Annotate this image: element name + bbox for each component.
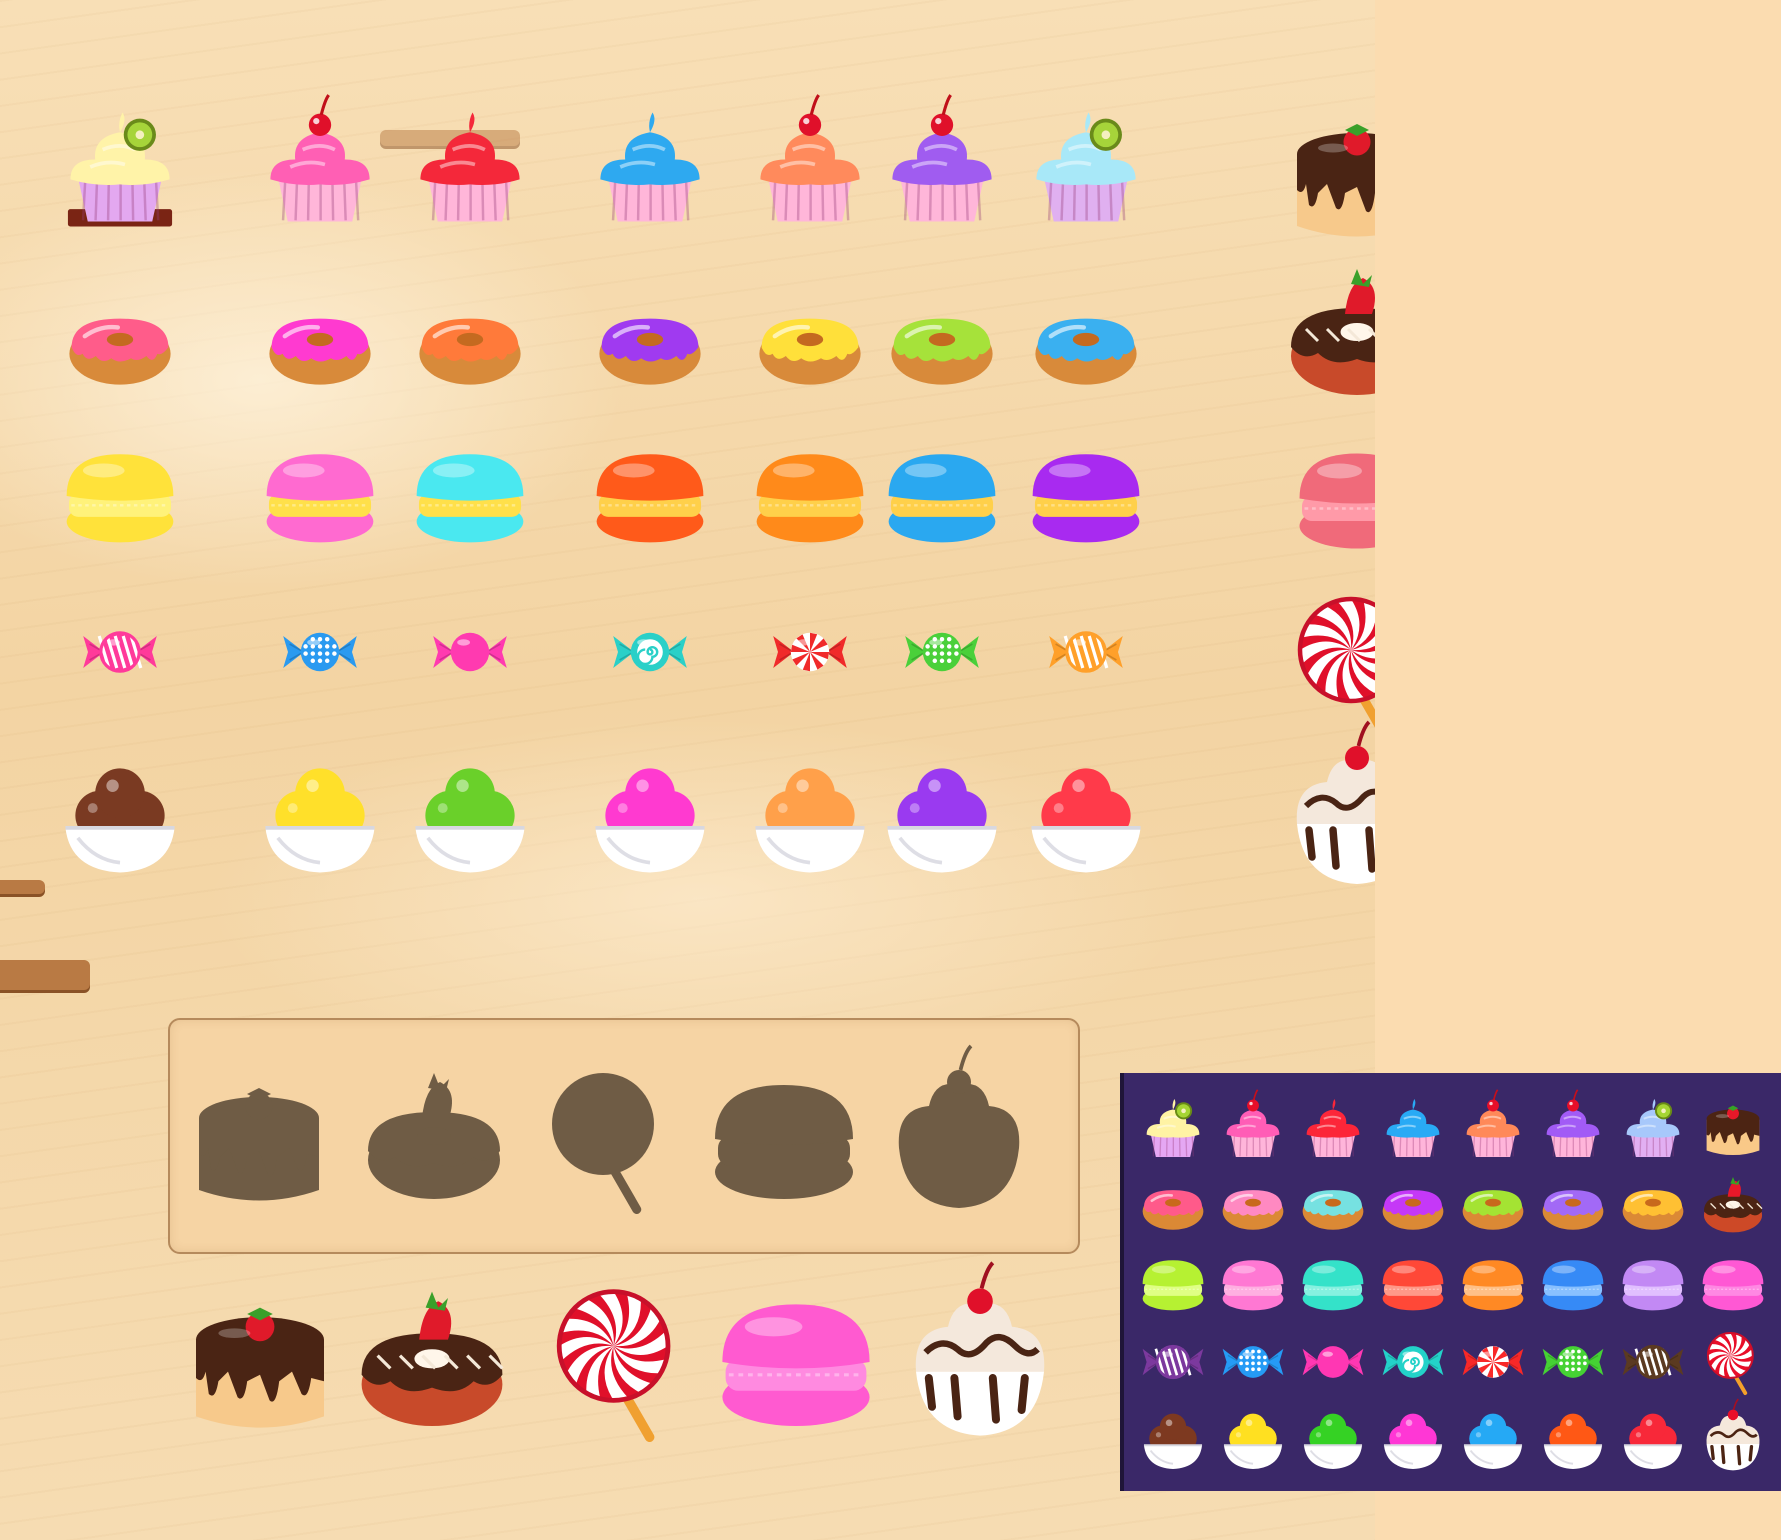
ice-cream-special-item[interactable] (1282, 720, 1375, 910)
ice-cream-item-4[interactable] (588, 748, 712, 888)
candies-item-7[interactable] (1024, 612, 1148, 692)
preview-item-3-4[interactable] (1380, 1251, 1446, 1317)
cupcakes-item-3[interactable] (408, 72, 532, 262)
preview-item-2-5[interactable] (1460, 1173, 1526, 1239)
preview-item-2-2[interactable] (1220, 1173, 1286, 1239)
preview-item-4-7[interactable] (1620, 1329, 1686, 1395)
ice-cream-item-2[interactable] (258, 748, 382, 888)
preview-item-2-1[interactable] (1140, 1173, 1206, 1239)
cupcakes-item-4[interactable] (588, 72, 712, 262)
preview-item-1-8[interactable] (1700, 1095, 1766, 1161)
cupcakes-item-2[interactable] (258, 72, 382, 262)
macarons-item-3[interactable] (408, 438, 532, 554)
ice-cream-item-1[interactable] (58, 748, 182, 888)
special-item-macaron[interactable] (716, 1282, 876, 1442)
candies-item-4[interactable] (588, 612, 712, 692)
preview-item-3-6[interactable] (1540, 1251, 1606, 1317)
silhouette-cake[interactable] (184, 1064, 334, 1214)
donuts-item-5[interactable] (748, 290, 872, 400)
preview-item-5-3[interactable] (1300, 1407, 1366, 1473)
preview-item-4-2[interactable] (1220, 1329, 1286, 1395)
wood-plank-decor (0, 880, 45, 894)
preview-item-4-4[interactable] (1380, 1329, 1446, 1395)
preview-item-3-3[interactable] (1300, 1251, 1366, 1317)
donuts-item-3[interactable] (408, 290, 532, 400)
ice-cream-item-3[interactable] (408, 748, 532, 888)
preview-item-1-5[interactable] (1460, 1089, 1526, 1161)
preview-item-2-8[interactable] (1700, 1173, 1766, 1239)
preview-item-5-2[interactable] (1220, 1407, 1286, 1473)
preview-item-4-8[interactable] (1700, 1329, 1766, 1395)
preview-item-4-1[interactable] (1140, 1329, 1206, 1395)
macarons-item-4[interactable] (588, 438, 712, 554)
silhouette-lollipop[interactable] (534, 1064, 684, 1214)
silhouette-tray (168, 1018, 1080, 1254)
macarons-special-item[interactable] (1282, 436, 1375, 561)
preview-item-2-7[interactable] (1620, 1173, 1686, 1239)
silhouette-macaron[interactable] (709, 1064, 859, 1214)
macarons-item-6[interactable] (880, 438, 1004, 554)
macarons-item-5[interactable] (748, 438, 872, 554)
ice-cream-item-6[interactable] (880, 748, 1004, 888)
preview-item-5-6[interactable] (1540, 1407, 1606, 1473)
cupcakes-special-item[interactable] (1282, 100, 1375, 250)
donuts-item-7[interactable] (1024, 290, 1148, 400)
cupcakes-item-1[interactable] (58, 72, 182, 262)
donuts-item-6[interactable] (880, 290, 1004, 400)
preview-item-2-3[interactable] (1300, 1173, 1366, 1239)
preview-item-3-8[interactable] (1700, 1251, 1766, 1317)
preview-item-5-8[interactable] (1700, 1398, 1766, 1473)
preview-item-5-1[interactable] (1140, 1407, 1206, 1473)
silhouette-choco-donut[interactable] (359, 1064, 509, 1214)
macarons-item-2[interactable] (258, 438, 382, 554)
preview-item-1-7[interactable] (1620, 1095, 1686, 1161)
preview-item-4-6[interactable] (1540, 1329, 1606, 1395)
special-item-lollipop[interactable] (540, 1282, 700, 1442)
preview-item-3-5[interactable] (1460, 1251, 1526, 1317)
preview-item-2-6[interactable] (1540, 1173, 1606, 1239)
silhouette-sundae[interactable] (884, 1044, 1034, 1214)
donuts-item-2[interactable] (258, 290, 382, 400)
macarons-item-7[interactable] (1024, 438, 1148, 554)
candies-item-2[interactable] (258, 612, 382, 692)
preview-item-4-5[interactable] (1460, 1329, 1526, 1395)
preview-item-3-2[interactable] (1220, 1251, 1286, 1317)
donuts-item-4[interactable] (588, 290, 712, 400)
preview-item-1-4[interactable] (1380, 1095, 1446, 1161)
preview-item-5-4[interactable] (1380, 1407, 1446, 1473)
preview-item-1-1[interactable] (1140, 1095, 1206, 1161)
donuts-item-1[interactable] (58, 290, 182, 400)
wood-plank-decor (0, 960, 90, 990)
ice-cream-item-5[interactable] (748, 748, 872, 888)
macarons-item-1[interactable] (58, 438, 182, 554)
preview-item-2-4[interactable] (1380, 1173, 1446, 1239)
preview-item-5-7[interactable] (1620, 1407, 1686, 1473)
candies-item-6[interactable] (880, 612, 1004, 692)
preview-item-3-1[interactable] (1140, 1251, 1206, 1317)
preview-item-3-7[interactable] (1620, 1251, 1686, 1317)
preview-item-1-6[interactable] (1540, 1089, 1606, 1161)
ice-cream-item-7[interactable] (1024, 748, 1148, 888)
sprite-preview-panel (1120, 1073, 1781, 1491)
cupcakes-item-6[interactable] (880, 72, 1004, 262)
preview-item-1-3[interactable] (1300, 1095, 1366, 1161)
cupcakes-item-5[interactable] (748, 72, 872, 262)
preview-item-4-3[interactable] (1300, 1329, 1366, 1395)
candies-item-5[interactable] (748, 612, 872, 692)
preview-item-1-2[interactable] (1220, 1089, 1286, 1161)
special-item-cake[interactable] (180, 1282, 340, 1442)
cupcakes-item-7[interactable] (1024, 72, 1148, 262)
donuts-special-item[interactable] (1282, 260, 1375, 410)
preview-item-5-5[interactable] (1460, 1407, 1526, 1473)
candies-item-1[interactable] (58, 612, 182, 692)
candies-item-3[interactable] (408, 612, 532, 692)
special-item-sundae[interactable] (900, 1261, 1060, 1442)
special-item-choco-donut[interactable] (352, 1282, 512, 1442)
